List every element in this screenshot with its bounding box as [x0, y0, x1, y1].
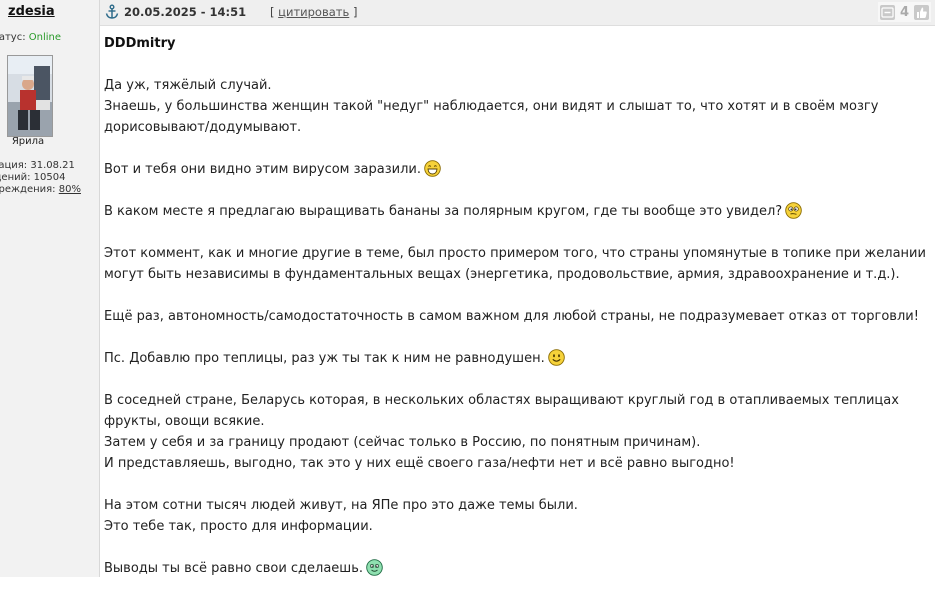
status-label: татус:: [0, 32, 26, 43]
confused-smiley-icon: [785, 202, 802, 219]
text-line: Выводы ты всё равно свои сделаешь.: [104, 558, 930, 579]
avatar[interactable]: [7, 55, 53, 137]
green-smiley-icon: [366, 559, 383, 576]
text-span: В каком месте я предлагаю выращивать бан…: [104, 204, 783, 219]
user-sidebar: zdesia татус: Online Ярила рация: 31.08.…: [0, 0, 100, 577]
post-header: 20.05.2025 - 14:51 [ цитировать ] 4: [100, 0, 935, 26]
paragraph: Этот коммент, как и многие другие в теме…: [104, 243, 930, 285]
anchor-icon[interactable]: [105, 4, 119, 20]
paragraph: Выводы ты всё равно свои сделаешь.: [104, 558, 930, 579]
text-line: могут быть независимы в фундаментальных …: [104, 267, 900, 282]
text-span: Выводы ты всё равно свои сделаешь.: [104, 561, 363, 576]
thumb-down-icon[interactable]: [879, 4, 895, 20]
quote-bracket-close: ]: [352, 5, 358, 19]
warnings-label: преждения:: [0, 184, 56, 195]
username-link[interactable]: zdesia: [8, 4, 55, 19]
post-body: DDDmitry Да уж, тяжёлый случай. Знаешь, …: [104, 33, 930, 600]
text-line: В каком месте я предлагаю выращивать бан…: [104, 201, 930, 222]
paragraph: Да уж, тяжёлый случай. Знаешь, у большин…: [104, 75, 930, 138]
warnings-line: преждения: 80%: [0, 184, 81, 195]
text-line: И представляешь, выгодно, так это у них …: [104, 456, 735, 471]
post-date: 20.05.2025 - 14:51: [124, 5, 247, 19]
thumb-up-icon[interactable]: [914, 4, 929, 20]
paragraph: Ещё раз, автономность/самодостаточность …: [104, 306, 930, 327]
text-span: Пс. Добавлю про теплицы, раз уж ты так к…: [104, 351, 545, 366]
smile-smiley-icon: [547, 349, 565, 366]
paragraph: На этом сотни тысяч людей живут, на ЯПе …: [104, 495, 930, 537]
paragraph: В соседней стране, Беларусь которая, в н…: [104, 390, 930, 474]
status-value: Online: [28, 32, 62, 43]
rating-count: 4: [899, 4, 909, 20]
registration-date: рация: 31.08.21: [0, 160, 75, 171]
message-count: щений: 10504: [0, 172, 66, 183]
text-line: Вот и тебя они видно этим вирусом зарази…: [104, 159, 930, 180]
text-line: Да уж, тяжёлый случай.: [104, 78, 272, 93]
text-line: Этот коммент, как и многие другие в теме…: [104, 246, 926, 261]
paragraph: В каком месте я предлагаю выращивать бан…: [104, 201, 930, 222]
quoted-author: DDDmitry: [104, 36, 176, 51]
text-line: фрукты, овощи всякие.: [104, 414, 265, 429]
quote-bracket-open: [: [270, 5, 275, 19]
warnings-value[interactable]: 80%: [59, 184, 81, 195]
text-line: Затем у себя и за границу продают (сейча…: [104, 435, 701, 450]
paragraph: Вот и тебя они видно этим вирусом зарази…: [104, 159, 930, 180]
status-line: татус: Online: [0, 32, 61, 43]
text-line: Знаешь, у большинства женщин такой "неду…: [104, 99, 879, 114]
text-span: Вот и тебя они видно этим вирусом зарази…: [104, 162, 421, 177]
text-line: Это тебе так, просто для информации.: [104, 519, 373, 534]
paragraph: Пс. Добавлю про теплицы, раз уж ты так к…: [104, 348, 930, 369]
laughing-smiley-icon: [424, 160, 441, 177]
text-line: Ещё раз, автономность/самодостаточность …: [104, 309, 919, 324]
avatar-image: [8, 56, 52, 136]
rating-box: 4: [877, 2, 931, 22]
text-line: Пс. Добавлю про теплицы, раз уж ты так к…: [104, 348, 930, 369]
text-line: На этом сотни тысяч людей живут, на ЯПе …: [104, 498, 578, 513]
quote-control: [ цитировать ]: [270, 5, 357, 19]
text-line: В соседней стране, Беларусь которая, в н…: [104, 393, 899, 408]
quote-link[interactable]: цитировать: [278, 5, 349, 19]
text-line: дорисовывают/додумывают.: [104, 120, 302, 135]
avatar-caption: Ярила: [11, 136, 45, 147]
